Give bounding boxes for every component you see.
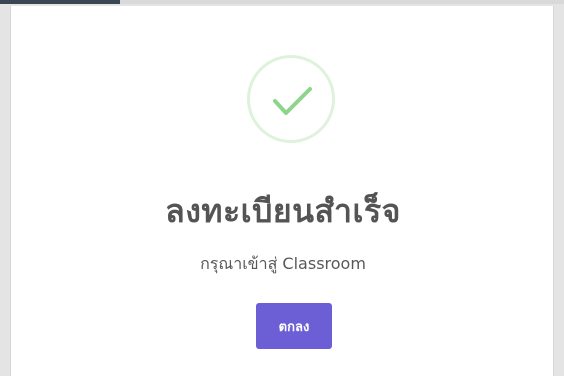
ok-button[interactable]: ตกลง: [256, 303, 332, 349]
success-icon-ring: [247, 55, 335, 143]
success-dialog: ลงทะเบียนสำเร็จ กรุณาเข้าสู่ Classroom ต…: [10, 6, 554, 376]
check-icon: [273, 87, 312, 115]
dialog-title: ลงทะเบียนสำเร็จ: [165, 192, 401, 230]
dialog-message: กรุณาเข้าสู่ Classroom: [200, 254, 366, 273]
top-dark-bar: [0, 0, 120, 4]
